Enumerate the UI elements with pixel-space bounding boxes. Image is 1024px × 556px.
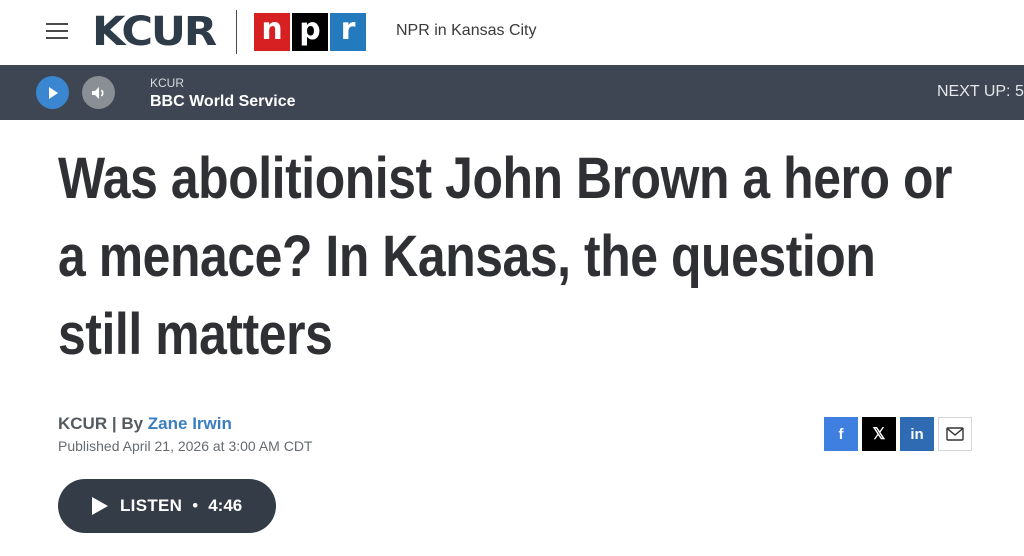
article-headline: Was abolitionist John Brown a hero or a … [58,146,952,367]
kcur-logo[interactable]: KCUR [92,10,217,54]
npr-logo-p: p [292,13,328,51]
share-x-button[interactable]: 𝕏 [862,417,896,451]
listen-play-icon [92,497,108,515]
author-link[interactable]: Zane Irwin [148,414,232,433]
menu-icon[interactable] [46,22,68,40]
share-facebook-button[interactable]: f [824,417,858,451]
x-icon: 𝕏 [872,426,886,443]
live-player-bar: KCUR BBC World Service NEXT UP: 5: [0,65,1024,120]
npr-logo[interactable]: n p r [254,13,366,51]
byline-separator: | By [111,414,144,433]
site-header: KCUR n p r NPR in Kansas City [0,0,1024,65]
published-date: Published April 21, 2026 at 3:00 AM CDT [58,438,313,454]
play-icon [48,86,58,99]
logo-divider [236,10,237,54]
listen-duration: 4:46 [208,496,243,515]
volume-icon [91,86,104,99]
listen-button[interactable]: LISTEN • 4:46 [58,479,276,533]
share-buttons: f 𝕏 in [824,417,972,451]
volume-button[interactable] [82,76,115,109]
listen-label: LISTEN [120,496,183,515]
share-email-button[interactable] [938,417,972,451]
share-linkedin-button[interactable]: in [900,417,934,451]
player-program-title[interactable]: BBC World Service [150,93,296,111]
listen-separator: • [192,496,199,515]
npr-logo-r: r [330,13,366,51]
email-icon [946,427,964,441]
byline: KCUR | By Zane Irwin [58,414,232,434]
npr-logo-n: n [254,13,290,51]
linkedin-icon: in [910,425,924,443]
next-up-label: NEXT UP: 5: [937,83,1024,100]
play-button[interactable] [36,76,69,109]
facebook-icon: f [838,425,844,443]
site-tagline: NPR in Kansas City [396,22,537,39]
player-station-label: KCUR [150,76,185,90]
byline-source: KCUR [58,414,108,433]
